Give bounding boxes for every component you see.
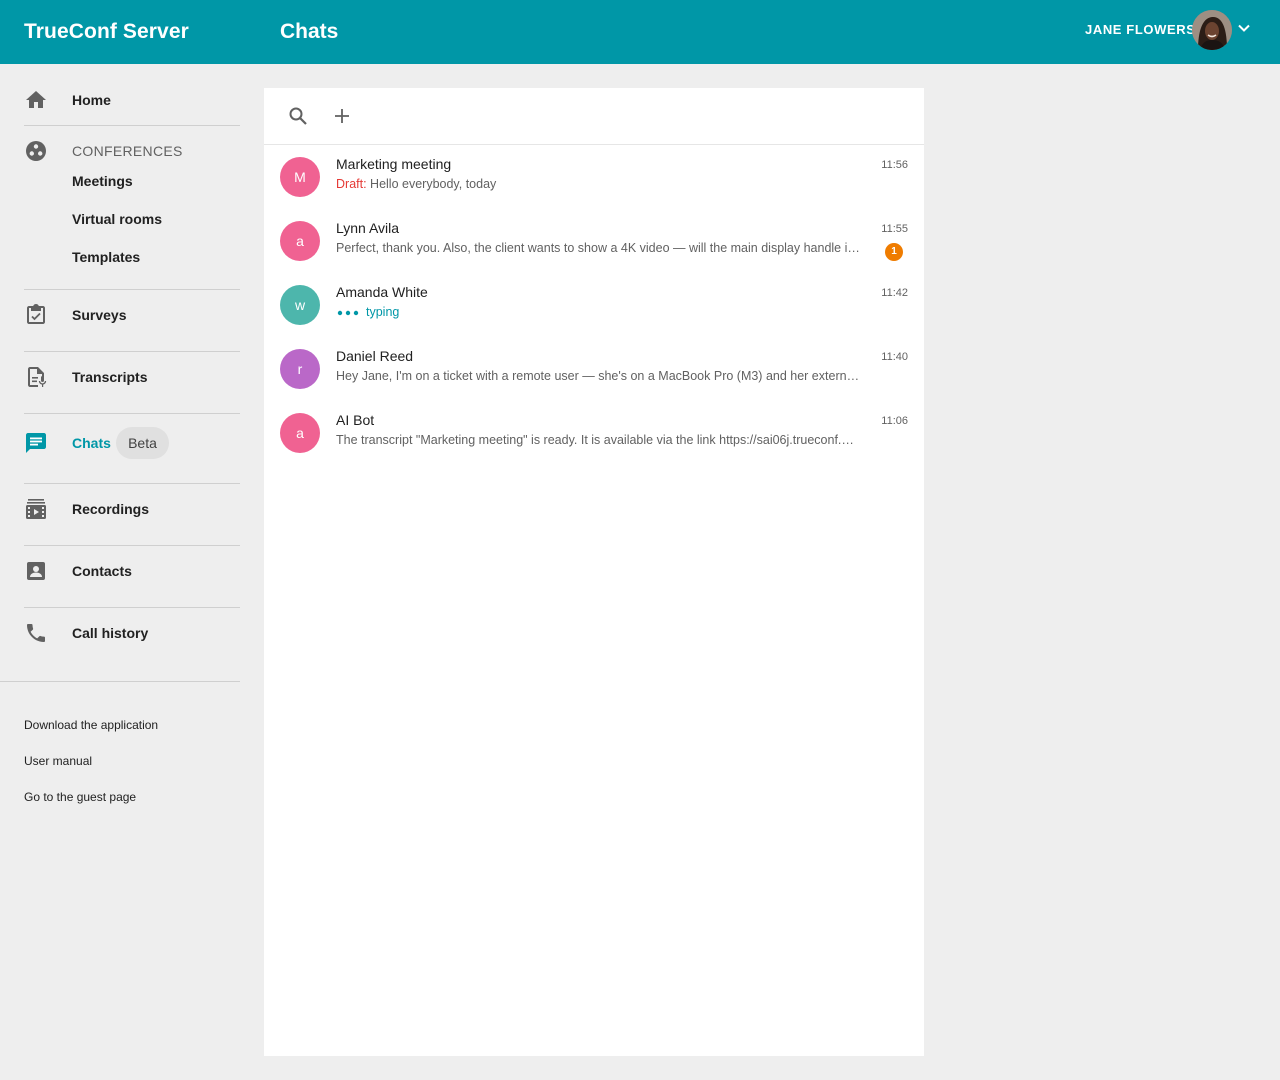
user-avatar[interactable]	[1192, 10, 1232, 50]
sidebar-item-surveys[interactable]: Surveys	[0, 295, 256, 335]
chat-list-item[interactable]: M Marketing meeting 11:56 Draft: Hello e…	[264, 147, 924, 211]
chat-preview-text: Hello everybody, today	[370, 177, 497, 191]
divider	[24, 125, 240, 126]
chat-name: Lynn Avila	[336, 220, 400, 236]
beta-badge: Beta	[116, 427, 169, 459]
chat-avatar: r	[280, 349, 320, 389]
user-name[interactable]: JANE FLOWERS	[1085, 22, 1195, 38]
recordings-icon	[26, 499, 46, 519]
draft-label: Draft:	[336, 177, 367, 191]
contacts-icon	[27, 562, 45, 580]
chats-icon	[26, 433, 46, 453]
chat-preview: The transcript "Marketing meeting" is re…	[336, 433, 860, 447]
home-icon	[26, 91, 46, 108]
chat-time: 11:06	[881, 415, 908, 427]
download-app-link[interactable]: Download the application	[24, 717, 158, 733]
sidebar-item-contacts[interactable]: Contacts	[0, 551, 256, 591]
chat-name: Daniel Reed	[336, 348, 414, 364]
chat-time: 11:55	[881, 223, 908, 235]
chat-name: AI Bot	[336, 412, 375, 428]
chat-time: 11:40	[881, 351, 908, 363]
divider	[24, 413, 240, 414]
sidebar-item-label: Home	[72, 92, 111, 108]
chat-name: Marketing meeting	[336, 156, 452, 172]
sidebar-item-transcripts[interactable]: Transcripts	[0, 357, 256, 397]
chat-list-panel: M Marketing meeting 11:56 Draft: Hello e…	[264, 88, 924, 1056]
sidebar-item-templates[interactable]: Templates	[0, 242, 256, 274]
chat-time: 11:56	[881, 159, 908, 171]
divider	[0, 681, 240, 682]
divider	[24, 483, 240, 484]
sidebar-item-label: Call history	[72, 625, 149, 641]
sidebar-item-virtual-rooms[interactable]: Virtual rooms	[0, 204, 256, 236]
sidebar-item-label: Chats	[72, 435, 111, 451]
sidebar-item-label: Meetings	[72, 173, 133, 189]
chat-list-item[interactable]: a AI Bot 11:06 The transcript "Marketing…	[264, 403, 924, 467]
top-app-bar: TrueConf Server Chats JANE FLOWERS	[0, 0, 1280, 64]
surveys-icon	[27, 304, 45, 324]
sidebar-item-label: Surveys	[72, 307, 127, 323]
sidebar-item-call-history[interactable]: Call history	[0, 613, 256, 653]
chat-avatar: a	[280, 221, 320, 261]
section-label-conferences: CONFERENCES	[72, 143, 183, 159]
sidebar-item-home[interactable]: Home	[0, 80, 256, 120]
add-icon[interactable]	[330, 104, 354, 128]
typing-indicator: typing	[336, 304, 860, 320]
sidebar-item-label: Recordings	[72, 501, 150, 517]
divider	[24, 351, 240, 352]
divider	[24, 607, 240, 608]
chat-avatar: a	[280, 413, 320, 453]
toolbar-divider	[264, 144, 924, 145]
sidebar-item-label: Contacts	[72, 563, 132, 579]
chat-list-item[interactable]: a Lynn Avila 11:55 Perfect, thank you. A…	[264, 211, 924, 275]
chat-list-item[interactable]: r Daniel Reed 11:40 Hey Jane, I'm on a t…	[264, 339, 924, 403]
chat-preview: Draft: Hello everybody, today	[336, 176, 860, 192]
divider	[24, 545, 240, 546]
call-history-icon	[27, 624, 45, 642]
sidebar-item-label: Templates	[72, 249, 141, 265]
sidebar-item-label: Transcripts	[72, 369, 148, 385]
chat-time: 11:42	[881, 287, 908, 299]
unread-count-badge: 1	[885, 243, 903, 261]
transcripts-icon	[28, 367, 47, 387]
typing-text: typing	[366, 305, 400, 319]
chat-name: Amanda White	[336, 284, 428, 300]
guest-page-link[interactable]: Go to the guest page	[24, 789, 136, 805]
user-manual-link[interactable]: User manual	[24, 753, 92, 769]
typing-dots-icon	[337, 310, 359, 316]
sidebar-item-label: Virtual rooms	[72, 211, 162, 227]
app-title[interactable]: TrueConf Server	[24, 19, 189, 45]
search-icon[interactable]	[286, 104, 310, 128]
chat-list-item[interactable]: w Amanda White 11:42 typing	[264, 275, 924, 339]
conferences-icon	[26, 141, 46, 161]
page-title: Chats	[280, 20, 339, 43]
chat-preview: Perfect, thank you. Also, the client wan…	[336, 241, 860, 255]
chat-avatar: w	[280, 285, 320, 325]
chat-avatar: M	[280, 157, 320, 197]
chevron-down-icon[interactable]	[1236, 20, 1252, 36]
chat-preview: Hey Jane, I'm on a ticket with a remote …	[336, 369, 860, 383]
sidebar-item-meetings[interactable]: Meetings	[0, 166, 256, 198]
divider	[24, 289, 240, 290]
sidebar-item-recordings[interactable]: Recordings	[0, 489, 256, 529]
